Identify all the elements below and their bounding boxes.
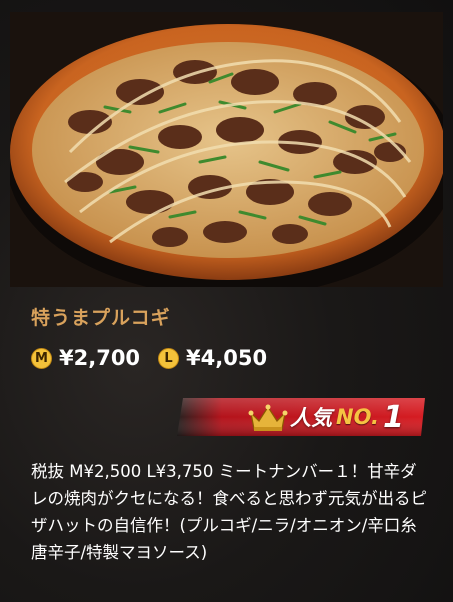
product-description: 税抜 M¥2,500 L¥3,750 ミートナンバー１！甘辛ダレの焼肉がクセにな… — [31, 462, 427, 562]
product-title: 特うまプルコギ — [31, 307, 171, 329]
pizza-photo — [10, 12, 443, 287]
price-l: ¥4,050 — [186, 346, 268, 370]
rank-no: NO. — [336, 405, 379, 429]
size-badge-l: L — [158, 347, 180, 369]
rank-number: 1 — [382, 399, 404, 435]
crown-icon — [248, 404, 288, 431]
product-card: 特うまプルコギ M ¥2,700 L ¥4,050 人気 NO. 1 税抜 M¥… — [0, 0, 453, 602]
rank-label: 人気 — [290, 406, 332, 430]
popularity-rank: 人気 NO. 1 — [290, 397, 404, 437]
price-list: M ¥2,700 L ¥4,050 — [31, 343, 285, 373]
price-m: ¥2,700 — [59, 346, 141, 370]
size-badge-m: M — [31, 347, 52, 369]
